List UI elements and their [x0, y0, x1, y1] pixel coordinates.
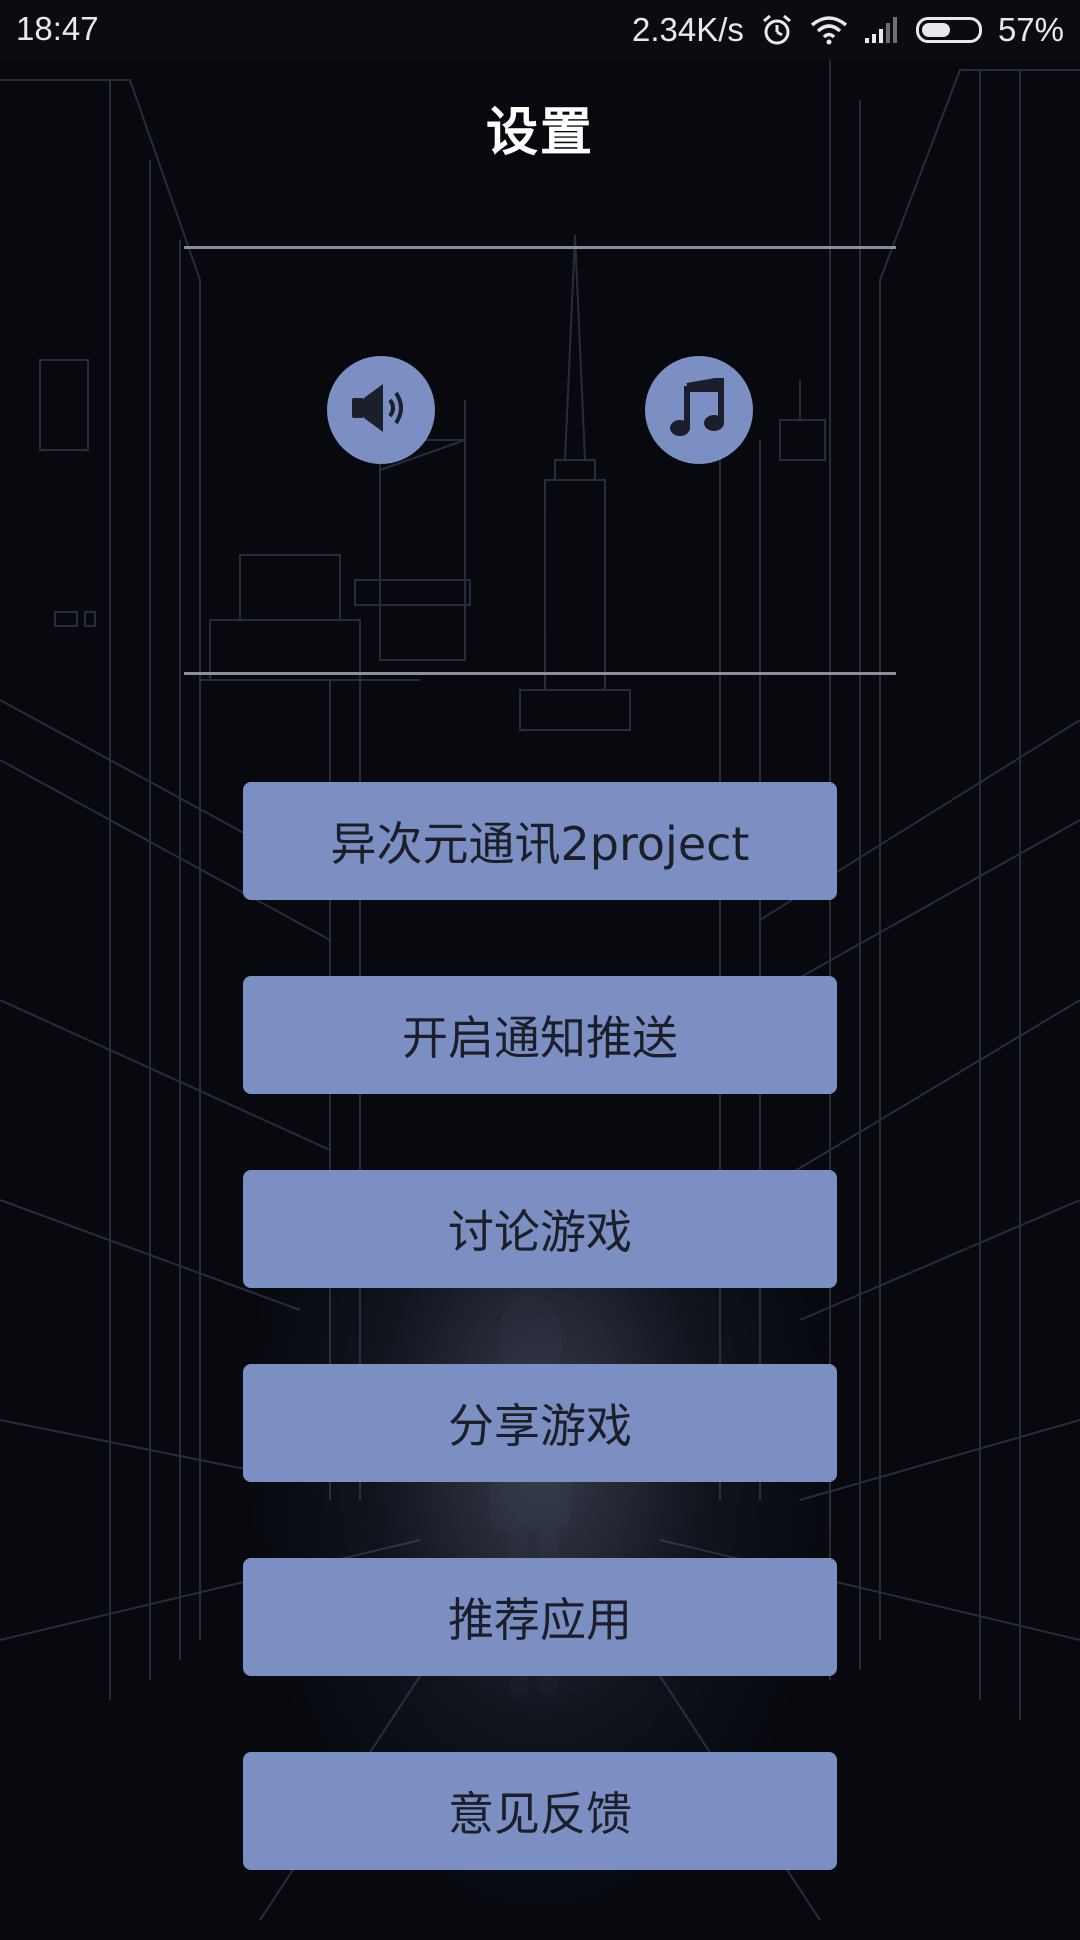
- wifi-icon: [810, 15, 848, 45]
- settings-screen: 设置 异次元通讯2project 开启通知推送 讨论游戏 分享游戏 推荐应用 意…: [0, 0, 1080, 1920]
- speaker-icon: [349, 380, 413, 440]
- menu-button-feedback[interactable]: 意见反馈: [243, 1752, 837, 1870]
- page-title: 设置: [485, 103, 594, 163]
- status-time: 18:47: [16, 10, 99, 47]
- alarm-icon: [760, 13, 794, 47]
- music-toggle-button[interactable]: [645, 356, 753, 464]
- top-divider: [184, 246, 896, 249]
- menu-button-recommend[interactable]: 推荐应用: [243, 1558, 837, 1676]
- menu-button-label: 推荐应用: [448, 1593, 632, 1647]
- menu-button-label: 异次元通讯2project: [330, 817, 750, 871]
- network-speed: 2.34K/s: [632, 11, 744, 48]
- bottom-divider: [184, 672, 896, 675]
- signal-icon: [864, 16, 900, 44]
- music-note-icon: [669, 376, 729, 442]
- battery-percent: 57%: [997, 11, 1064, 48]
- menu-button-label: 分享游戏: [448, 1399, 632, 1453]
- battery-icon: [915, 17, 982, 43]
- menu-button-discuss[interactable]: 讨论游戏: [243, 1170, 837, 1288]
- battery-fill: [921, 23, 951, 37]
- menu-button-label: 开启通知推送: [402, 1011, 678, 1065]
- status-bar: 18:47 2.34K/s 57%: [0, 0, 1080, 60]
- menu-button-label: 意见反馈: [448, 1787, 632, 1841]
- sound-toggle-button[interactable]: [327, 356, 435, 464]
- menu-button-label: 讨论游戏: [448, 1205, 632, 1259]
- status-right: 2.34K/s 57%: [632, 8, 1064, 52]
- menu-button-notifications[interactable]: 开启通知推送: [243, 976, 837, 1094]
- menu-button-share[interactable]: 分享游戏: [243, 1364, 837, 1482]
- menu-button-project[interactable]: 异次元通讯2project: [243, 782, 837, 900]
